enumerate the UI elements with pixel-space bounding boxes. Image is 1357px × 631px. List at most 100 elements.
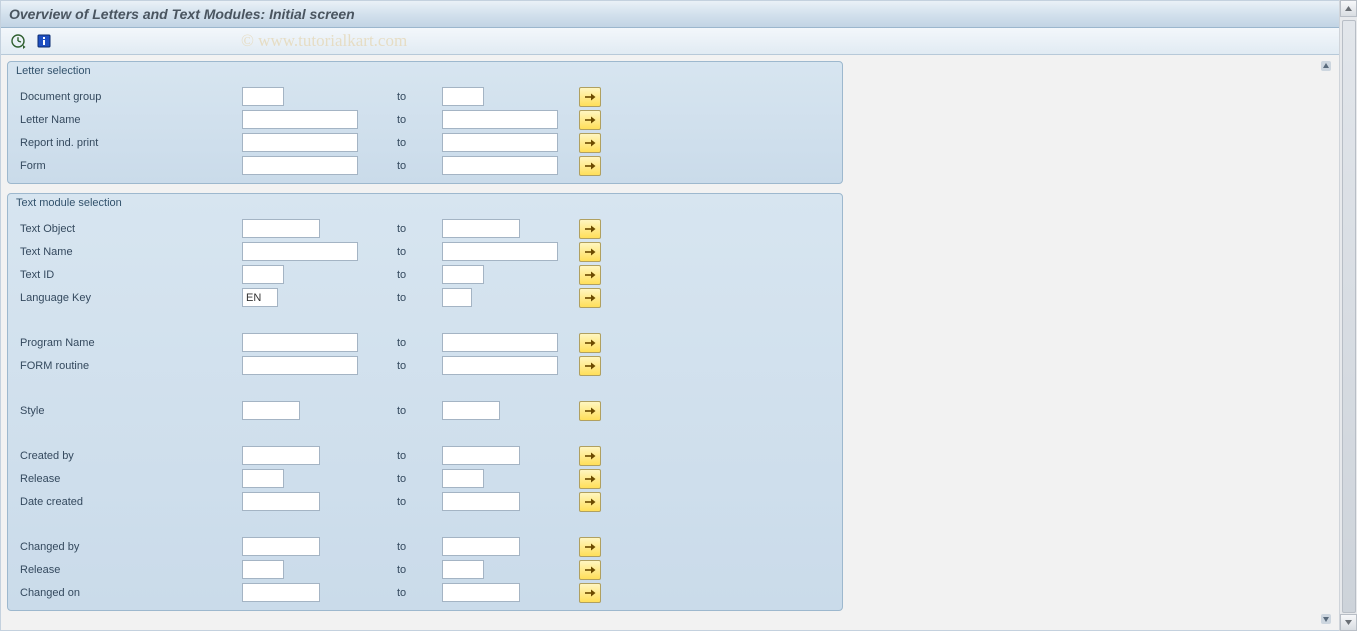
row-spacer [14, 422, 836, 444]
multiple-selection-button[interactable] [579, 401, 601, 421]
arrow-right-icon [584, 115, 596, 125]
multiple-selection-button[interactable] [579, 583, 601, 603]
multiple-selection-button[interactable] [579, 333, 601, 353]
selection-row: Document group to [14, 85, 836, 108]
field-label: Document group [20, 91, 101, 103]
from-input[interactable] [242, 560, 284, 579]
to-input[interactable] [442, 219, 520, 238]
to-input[interactable] [442, 87, 484, 106]
scroll-down-icon[interactable] [1321, 614, 1331, 624]
from-input[interactable] [242, 87, 284, 106]
multiple-selection-button[interactable] [579, 242, 601, 262]
inner-scrollbar[interactable] [1321, 61, 1331, 624]
to-label: to [397, 587, 406, 599]
from-input[interactable] [242, 242, 358, 261]
info-icon [37, 34, 51, 48]
scroll-up-icon[interactable] [1321, 61, 1331, 71]
scrollbar-thumb[interactable] [1342, 20, 1356, 613]
from-input[interactable] [242, 219, 320, 238]
to-input[interactable] [442, 446, 520, 465]
selection-row: Program Name to [14, 331, 836, 354]
arrow-right-icon [584, 224, 596, 234]
group-text-module-selection: Text module selection Text Object to Tex… [7, 193, 843, 611]
multiple-selection-button[interactable] [579, 537, 601, 557]
from-input[interactable] [242, 288, 278, 307]
multiple-selection-button[interactable] [579, 219, 601, 239]
multiple-selection-button[interactable] [579, 288, 601, 308]
scroll-down-button[interactable] [1340, 614, 1357, 631]
to-input[interactable] [442, 560, 484, 579]
field-label: Release [20, 473, 60, 485]
to-input[interactable] [442, 156, 558, 175]
from-input[interactable] [242, 265, 284, 284]
multiple-selection-button[interactable] [579, 446, 601, 466]
selection-row: Date created to [14, 490, 836, 513]
group-header: Text module selection [8, 194, 842, 214]
multiple-selection-button[interactable] [579, 156, 601, 176]
multiple-selection-button[interactable] [579, 469, 601, 489]
selection-row: Letter Name to [14, 108, 836, 131]
scroll-up-button[interactable] [1340, 0, 1357, 17]
to-input[interactable] [442, 537, 520, 556]
execute-button[interactable] [7, 30, 29, 52]
from-input[interactable] [242, 110, 358, 129]
window-scrollbar[interactable] [1339, 0, 1357, 631]
row-spacer [14, 309, 836, 331]
from-input[interactable] [242, 401, 300, 420]
to-input[interactable] [442, 242, 558, 261]
from-input[interactable] [242, 469, 284, 488]
selection-row: Style to [14, 399, 836, 422]
multiple-selection-button[interactable] [579, 356, 601, 376]
to-label: to [397, 496, 406, 508]
to-input[interactable] [442, 288, 472, 307]
selection-row: Release to [14, 558, 836, 581]
multiple-selection-button[interactable] [579, 87, 601, 107]
multiple-selection-button[interactable] [579, 110, 601, 130]
to-label: to [397, 541, 406, 553]
multiple-selection-button[interactable] [579, 265, 601, 285]
clock-execute-icon [10, 33, 26, 49]
to-input[interactable] [442, 492, 520, 511]
to-input[interactable] [442, 265, 484, 284]
multiple-selection-button[interactable] [579, 133, 601, 153]
from-input[interactable] [242, 446, 320, 465]
to-input[interactable] [442, 469, 484, 488]
to-label: to [397, 269, 406, 281]
to-input[interactable] [442, 133, 558, 152]
from-input[interactable] [242, 333, 358, 352]
to-input[interactable] [442, 583, 520, 602]
to-label: to [397, 360, 406, 372]
selection-row: Text Object to [14, 217, 836, 240]
from-input[interactable] [242, 537, 320, 556]
info-button[interactable] [33, 30, 55, 52]
arrow-right-icon [584, 474, 596, 484]
arrow-right-icon [584, 293, 596, 303]
arrow-right-icon [584, 361, 596, 371]
to-label: to [397, 91, 406, 103]
arrow-right-icon [584, 406, 596, 416]
selection-row: Text Name to [14, 240, 836, 263]
multiple-selection-button[interactable] [579, 560, 601, 580]
app-toolbar: © www.tutorialkart.com [1, 28, 1339, 55]
selection-row: Form to [14, 154, 836, 177]
arrow-right-icon [584, 542, 596, 552]
multiple-selection-button[interactable] [579, 492, 601, 512]
field-label: Date created [20, 496, 83, 508]
selection-row: Created by to [14, 444, 836, 467]
to-label: to [397, 337, 406, 349]
from-input[interactable] [242, 156, 358, 175]
field-label: Form [20, 160, 46, 172]
to-input[interactable] [442, 356, 558, 375]
to-input[interactable] [442, 401, 500, 420]
from-input[interactable] [242, 583, 320, 602]
to-input[interactable] [442, 333, 558, 352]
watermark-text: © www.tutorialkart.com [241, 31, 407, 51]
arrow-right-icon [584, 270, 596, 280]
to-input[interactable] [442, 110, 558, 129]
from-input[interactable] [242, 356, 358, 375]
from-input[interactable] [242, 492, 320, 511]
title-bar: Overview of Letters and Text Modules: In… [1, 1, 1339, 28]
field-label: Text Object [20, 223, 75, 235]
to-label: to [397, 473, 406, 485]
from-input[interactable] [242, 133, 358, 152]
